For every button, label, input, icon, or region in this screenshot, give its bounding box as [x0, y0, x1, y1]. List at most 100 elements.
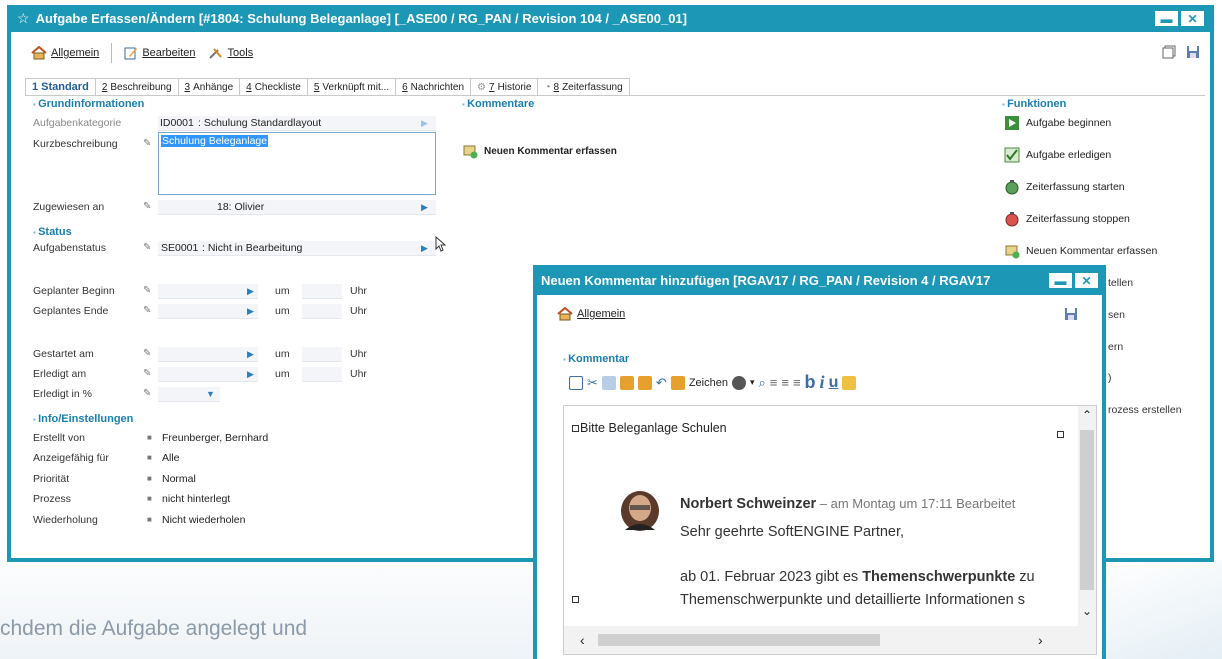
tab-nachrichten[interactable]: 6 Nachrichten — [395, 78, 472, 95]
italic-icon[interactable]: i — [820, 372, 825, 393]
prioritaet-label: Priorität — [33, 473, 70, 485]
bearbeiten-menu[interactable]: Bearbeiten — [120, 44, 199, 62]
zugewiesen-field[interactable] — [158, 200, 436, 215]
pencil-icon: ✎ — [143, 388, 152, 399]
scroll-down-icon[interactable]: ⌄ — [1082, 604, 1092, 618]
tab-beschreibung[interactable]: 2 Beschreibung — [94, 78, 179, 95]
date-picker-arrow-icon[interactable]: ▶ — [247, 306, 254, 317]
resize-handle[interactable] — [1057, 431, 1064, 438]
aufgabenkategorie-arrow-icon[interactable]: ▶ — [421, 118, 428, 129]
pencil-icon: ✎ — [143, 285, 152, 296]
copy-icon[interactable] — [601, 375, 616, 390]
horizontal-scroll-thumb[interactable] — [598, 634, 880, 646]
section-kommentare: Kommentare — [462, 98, 534, 110]
geplanter-beginn-date[interactable] — [158, 284, 258, 299]
search-icon[interactable]: ⌕ — [758, 375, 765, 391]
zeiterfassung-starten-action[interactable]: Zeiterfassung starten — [1004, 179, 1125, 195]
font-icon[interactable] — [670, 375, 685, 390]
tab-checkliste[interactable]: 4 Checkliste — [239, 78, 308, 95]
window-title: Aufgabe Erfassen/Ändern [#1804: Schulung… — [35, 11, 687, 26]
format-toolbar: ✂ ↶ Zeichen ▾ ⌕ ≡ ≡ ≡ b i u — [569, 372, 857, 393]
neuen-kommentar-action[interactable]: Neuen Kommentar erfassen — [1004, 243, 1157, 259]
uhr-label: Uhr — [350, 348, 367, 360]
aufgabenstatus-arrow-icon[interactable]: ▶ — [421, 243, 428, 254]
edit-mode-icon[interactable] — [569, 375, 583, 390]
geplanter-beginn-time[interactable] — [302, 284, 342, 299]
erledigt-date[interactable] — [158, 367, 258, 382]
gestartet-date[interactable] — [158, 347, 258, 362]
underline-icon[interactable]: u — [829, 374, 839, 392]
tools-menu[interactable]: Tools — [204, 44, 258, 62]
neuen-kommentar-link[interactable]: Neuen Kommentar erfassen — [462, 143, 617, 159]
uhr-label: Uhr — [350, 285, 367, 297]
dialog-allgemein-label: Allgemein — [577, 308, 626, 320]
funktion-partial-3[interactable]: ern — [1108, 341, 1123, 353]
color-dropdown-icon[interactable]: ▾ — [750, 377, 755, 388]
chevron-down-icon[interactable]: ▼ — [206, 389, 215, 399]
tab-historie[interactable]: ⚙ 7 Historie — [470, 78, 539, 95]
bold-icon[interactable]: b — [805, 372, 816, 393]
geplantes-ende-date[interactable] — [158, 304, 258, 319]
erledigt-time[interactable] — [302, 367, 342, 382]
date-picker-arrow-icon[interactable]: ▶ — [247, 349, 254, 360]
prioritaet-value: Normal — [162, 473, 196, 485]
aufgabe-beginnen-action[interactable]: Aufgabe beginnen — [1004, 115, 1111, 131]
scroll-up-icon[interactable]: ⌃ — [1082, 408, 1092, 422]
date-picker-arrow-icon[interactable]: ▶ — [247, 369, 254, 380]
tab-standard[interactable]: 1 Standard — [25, 78, 96, 95]
dialog-minimize-button[interactable]: ▬ — [1049, 273, 1072, 288]
zeiterfassung-stoppen-action[interactable]: Zeiterfassung stoppen — [1004, 211, 1130, 227]
scroll-right-icon[interactable]: › — [1038, 632, 1043, 648]
editor-text: Bitte Beleganlage Schulen — [580, 421, 727, 435]
tab-verknuepft[interactable]: 5 Verknüpft mit... — [306, 78, 397, 95]
align-left-icon[interactable]: ≡ — [770, 375, 778, 390]
horizontal-scrollbar[interactable]: ‹ › — [564, 626, 1096, 654]
resize-handle[interactable] — [572, 596, 579, 603]
gestartet-time[interactable] — [302, 347, 342, 362]
edit-icon — [124, 47, 138, 60]
pencil-icon: ✎ — [143, 305, 152, 316]
author-avatar — [621, 491, 659, 531]
zeichen-button[interactable]: Zeichen — [689, 377, 728, 389]
vertical-scroll-thumb[interactable] — [1080, 430, 1094, 590]
dialog-close-button[interactable]: ✕ — [1075, 273, 1098, 288]
tab-anhaenge[interactable]: 3 Anhänge — [177, 78, 241, 95]
date-picker-arrow-icon[interactable]: ▶ — [247, 286, 254, 297]
resize-handle[interactable] — [572, 424, 579, 432]
funktion-partial-2[interactable]: sen — [1108, 309, 1125, 321]
favorite-star-icon[interactable]: ☆ — [17, 10, 30, 27]
window-titlebar[interactable]: ☆ Aufgabe Erfassen/Ändern [#1804: Schulu… — [11, 5, 1210, 32]
pencil-icon: ✎ — [143, 348, 152, 359]
comment-body-text: ab 01. Februar 2023 gibt es — [680, 569, 863, 585]
pencil-icon: ✎ — [143, 242, 152, 253]
kommentar-editor[interactable]: Bitte Beleganlage Schulen Norbert Schwei… — [563, 405, 1097, 655]
dialog-save-icon[interactable] — [1064, 307, 1078, 321]
save-icon[interactable] — [1186, 45, 1200, 59]
window-restore-icon[interactable] — [1162, 45, 1176, 59]
uhr-label: Uhr — [350, 305, 367, 317]
funktion-partial-5[interactable]: rozess erstellen — [1108, 404, 1182, 416]
dialog-titlebar[interactable]: Neuen Kommentar hinzufügen [RGAV17 / RG_… — [537, 265, 1102, 295]
paste-special-icon[interactable] — [637, 375, 652, 390]
funktion-partial-1[interactable]: tellen — [1108, 277, 1133, 289]
geplantes-ende-time[interactable] — [302, 304, 342, 319]
minimize-button[interactable]: ▬ — [1155, 11, 1178, 26]
color-picker-icon[interactable] — [731, 375, 746, 390]
gestartet-label: Gestartet am — [33, 348, 94, 360]
undo-icon[interactable]: ↶ — [656, 375, 667, 391]
zugewiesen-arrow-icon[interactable]: ▶ — [421, 202, 428, 213]
funktion-partial-4[interactable]: ) — [1108, 372, 1112, 384]
align-right-icon[interactable]: ≡ — [793, 375, 801, 390]
dialog-allgemein-menu[interactable]: Allgemein — [553, 305, 629, 323]
cut-icon[interactable]: ✂ — [587, 375, 598, 391]
paste-icon[interactable] — [619, 375, 634, 390]
scroll-left-icon[interactable]: ‹ — [580, 632, 585, 648]
close-button[interactable]: ✕ — [1181, 11, 1204, 26]
allgemein-menu[interactable]: Allgemein — [27, 44, 103, 62]
highlight-icon[interactable] — [842, 375, 857, 390]
kurzbeschreibung-textarea[interactable]: Schulung Beleganlage — [158, 132, 436, 195]
tab-zeiterfassung[interactable]: ◔ 8 Zeiterfassung — [537, 78, 630, 95]
vertical-scrollbar[interactable]: ⌃ ⌄ — [1078, 406, 1096, 626]
aufgabe-erledigen-action[interactable]: Aufgabe erledigen — [1004, 147, 1111, 163]
align-center-icon[interactable]: ≡ — [781, 375, 789, 390]
